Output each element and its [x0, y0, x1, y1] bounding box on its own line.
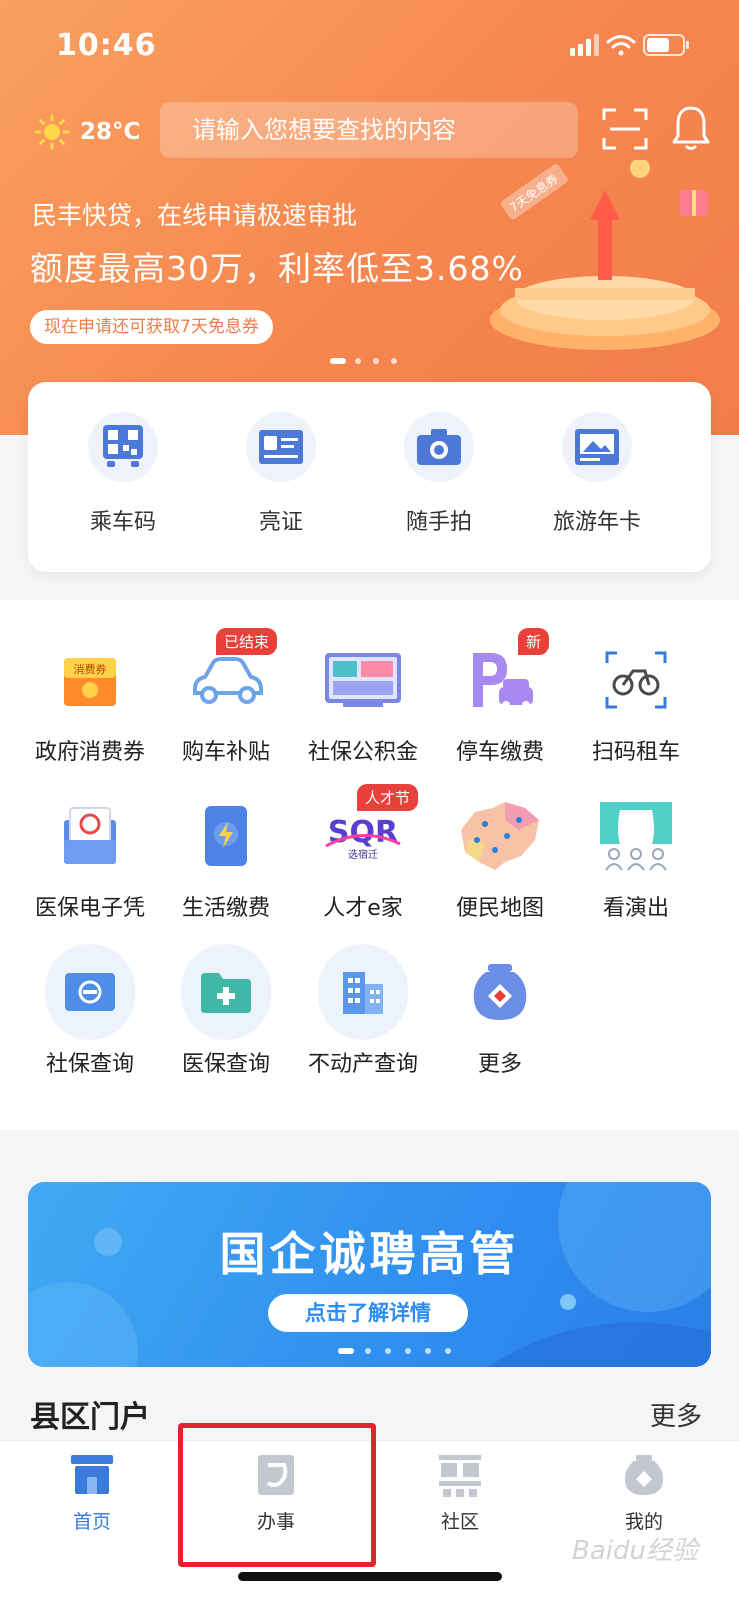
- tab-profile[interactable]: 我的: [584, 1453, 704, 1534]
- sun-icon: [34, 114, 70, 150]
- quick-action-travel-card[interactable]: 旅游年卡: [532, 412, 662, 536]
- recruitment-banner[interactable]: 国企诚聘高管 点击了解详情: [28, 1182, 711, 1367]
- service-label: 便民地图: [455, 896, 544, 921]
- service-talent-home[interactable]: SQR 选宿迁 人才节 人才e家: [293, 784, 433, 922]
- weather-widget[interactable]: 28°C: [34, 112, 140, 152]
- service-consumption-coupon[interactable]: 消费券 政府消费券: [20, 640, 160, 766]
- phone-bolt-icon: [181, 796, 271, 876]
- more-link[interactable]: 更多: [650, 1396, 702, 1433]
- service-convenience-map[interactable]: 便民地图: [430, 796, 570, 922]
- service-car-subsidy[interactable]: 已结束 购车补贴: [156, 628, 296, 766]
- more-jar-icon: [455, 952, 545, 1032]
- quick-action-label: 旅游年卡: [552, 510, 641, 535]
- banner-pager: [330, 358, 397, 364]
- quick-action-snapshot[interactable]: 随手拍: [374, 412, 504, 536]
- highlight-box: [178, 1423, 376, 1567]
- parking-icon: 新: [455, 628, 549, 720]
- service-medical-voucher[interactable]: 医保电子凭: [20, 796, 160, 922]
- talent-logo-icon: SQR 选宿迁 人才节: [318, 784, 418, 876]
- medical-card-icon: [45, 796, 135, 876]
- quick-action-show-id[interactable]: 亮证: [216, 412, 346, 536]
- service-label: 更多: [477, 1052, 522, 1077]
- festival-badge: 人才节: [356, 784, 418, 811]
- quick-action-bus-code[interactable]: 乘车码: [58, 412, 188, 536]
- quick-action-label: 亮证: [258, 510, 303, 535]
- status-time: 10:46: [56, 28, 157, 63]
- battery-icon: [643, 34, 689, 56]
- quick-action-label: 乘车码: [89, 510, 156, 535]
- service-utility-payment[interactable]: 生活缴费: [156, 796, 296, 922]
- coin-stack-illustration: 7天免息券: [490, 160, 720, 350]
- service-label: 医保查询: [181, 1052, 270, 1077]
- service-label: 不动产查询: [307, 1052, 418, 1077]
- services-grid: 消费券 政府消费券 已结束 购车补贴 社保公积金 新 停车缴费 扫码租车 医保电…: [0, 600, 739, 1130]
- coupon-tag: 7天免息券: [500, 164, 568, 220]
- coupon-icon: 消费券: [45, 640, 135, 720]
- camera-icon: [404, 412, 474, 482]
- bicycle-icon: [591, 640, 681, 720]
- svg-text:SQR: SQR: [328, 815, 398, 850]
- service-real-estate-query[interactable]: 不动产查询: [293, 944, 433, 1078]
- service-label: 生活缴费: [181, 896, 270, 921]
- tab-community[interactable]: 社区: [400, 1453, 520, 1534]
- tab-label: 社区: [440, 1511, 479, 1533]
- profile-icon: [624, 1455, 664, 1495]
- service-more[interactable]: 更多: [430, 952, 570, 1078]
- service-social-fund[interactable]: 社保公积金: [293, 640, 433, 766]
- svg-text:选宿迁: 选宿迁: [348, 848, 378, 861]
- dashboard-screen-icon: [318, 640, 408, 720]
- search-input[interactable]: 请输入您想要查找的内容: [160, 102, 578, 158]
- status-bar-icons: [570, 34, 689, 56]
- service-bike-rental[interactable]: 扫码租车: [566, 640, 706, 766]
- service-parking-fee[interactable]: 新 停车缴费: [430, 628, 570, 766]
- social-security-card-icon: [45, 944, 135, 1040]
- banner-pager: [338, 1348, 451, 1354]
- wifi-icon: [606, 35, 636, 56]
- folder-plus-icon: [181, 944, 271, 1040]
- banner-pill[interactable]: 现在申请还可获取7天免息券: [30, 310, 273, 344]
- service-label: 购车补贴: [181, 740, 270, 765]
- bell-icon[interactable]: [670, 104, 712, 152]
- service-label: 政府消费券: [34, 740, 145, 765]
- map-icon: [455, 796, 545, 876]
- scan-icon[interactable]: [602, 106, 648, 152]
- service-watch-show[interactable]: 看演出: [566, 796, 706, 922]
- qr-code-bus-icon: [88, 412, 158, 482]
- id-card-icon: [246, 412, 316, 482]
- watermark: Baidu经验: [572, 1536, 698, 1566]
- car-icon: 已结束: [181, 628, 277, 720]
- home-indicator: [238, 1572, 502, 1581]
- svg-text:消费券: 消费券: [74, 662, 107, 676]
- service-label: 扫码租车: [591, 740, 680, 765]
- banner-line-1: 民丰快贷，在线申请极速审批: [32, 201, 358, 230]
- stage-icon: [591, 796, 681, 876]
- section-title: 县区门户: [30, 1400, 150, 1435]
- service-label: 看演出: [602, 896, 669, 921]
- tab-home[interactable]: 首页: [32, 1453, 152, 1534]
- service-medical-query[interactable]: 医保查询: [156, 944, 296, 1078]
- new-badge: 新: [517, 628, 549, 655]
- tab-label: 首页: [72, 1511, 111, 1533]
- status-badge: 已结束: [215, 628, 277, 655]
- learn-more-button[interactable]: 点击了解详情: [268, 1294, 468, 1332]
- service-label: 人才e家: [323, 896, 403, 921]
- quick-actions-card: 乘车码 亮证 随手拍 旅游年卡: [28, 382, 711, 572]
- banner-title: 国企诚聘高管: [219, 1227, 520, 1281]
- quick-action-label: 随手拍: [405, 510, 472, 535]
- temperature: 28°C: [80, 119, 141, 145]
- picture-card-icon: [562, 412, 632, 482]
- signal-icon: [570, 34, 599, 56]
- banner-line-2: 额度最高30万，利率低至3.68%: [30, 249, 524, 288]
- service-label: 社保查询: [45, 1052, 134, 1077]
- service-label: 停车缴费: [455, 740, 544, 765]
- community-icon: [439, 1455, 481, 1497]
- home-icon: [71, 1455, 113, 1494]
- building-icon: [318, 944, 408, 1040]
- service-social-security-query[interactable]: 社保查询: [20, 944, 160, 1078]
- service-label: 医保电子凭: [34, 896, 145, 921]
- service-label: 社保公积金: [307, 740, 418, 765]
